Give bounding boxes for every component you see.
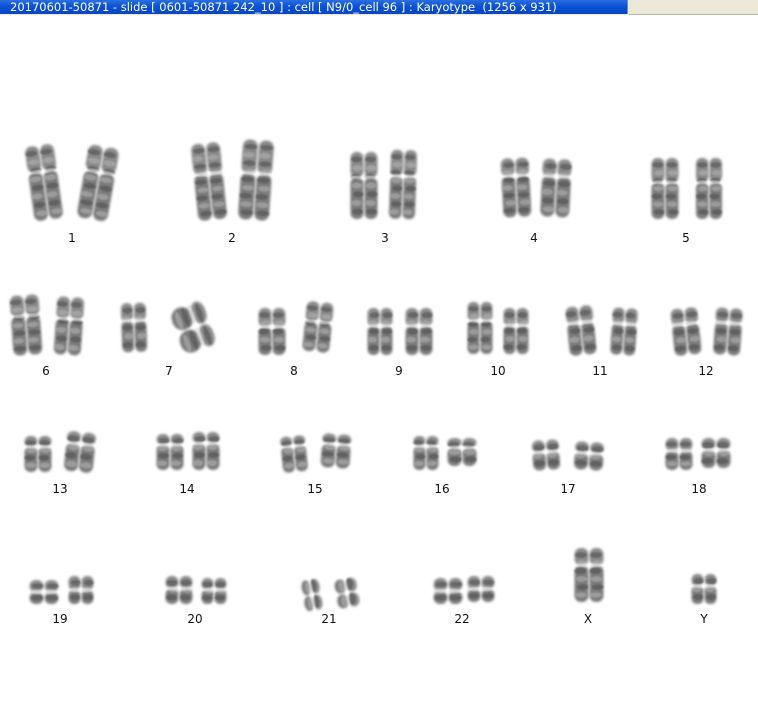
pair-label-7: 7 (165, 364, 173, 378)
chromosome-pair-11[interactable] (564, 305, 640, 357)
pair-label-2: 2 (228, 231, 236, 245)
chromosome-pair-15[interactable] (278, 433, 353, 473)
pair-label-17: 17 (560, 482, 576, 496)
chromosome-7-image (171, 301, 215, 353)
title-bar[interactable]: 20170601-50871 - slide [ 0601-50871 242_… (0, 0, 758, 15)
chromosome-8-image (302, 301, 334, 353)
chromosome-9-image (404, 308, 434, 355)
chromosome-pair-7[interactable] (119, 298, 218, 357)
chromosome-15-image (320, 433, 353, 469)
chromosome-5-image (694, 158, 724, 219)
pair-label-3: 3 (381, 231, 389, 245)
pair-label-x: X (583, 612, 593, 626)
chromosome-6-image (9, 294, 43, 356)
chromosome-21-image (301, 578, 323, 612)
pair-label-4: 4 (530, 231, 538, 245)
pair-label-11: 11 (592, 364, 608, 378)
chromosome-pair-21[interactable] (300, 575, 360, 613)
chromosome-pair-10[interactable] (466, 302, 530, 354)
chromosome-pair-2[interactable] (189, 139, 276, 222)
chromosome-pair-19[interactable] (28, 576, 95, 604)
chromosome-14-image (191, 432, 221, 470)
pair-label-8: 8 (290, 364, 298, 378)
chromosome-1-image (77, 144, 119, 222)
chromosome-12-image (713, 307, 744, 356)
chromosome-22-image (432, 578, 464, 604)
chromosome-22-image (466, 576, 496, 602)
chromosome-20-image (200, 578, 228, 604)
title-bar-empty-area (629, 0, 758, 15)
chromosome-pair-5[interactable] (650, 158, 724, 219)
pair-label-6: 6 (42, 364, 50, 378)
chromosome-4-image (499, 157, 532, 218)
pair-label-10: 10 (490, 364, 506, 378)
pair-label-19: 19 (52, 612, 68, 626)
pair-label-18: 18 (691, 482, 707, 496)
chromosome-17-image (530, 439, 561, 471)
window-title: 20170601-50871 - slide [ 0601-50871 242_… (0, 0, 628, 14)
pair-label-5: 5 (682, 231, 690, 245)
pair-label-22: 22 (454, 612, 470, 626)
chromosome-3-image (388, 149, 418, 220)
pair-label-y: Y (700, 612, 708, 626)
chromosome-19-image (28, 580, 60, 604)
pair-label-15: 15 (307, 482, 323, 496)
pair-label-21: 21 (321, 612, 337, 626)
chromosome-pair-y[interactable] (690, 574, 718, 604)
chromosome-pair-x[interactable] (573, 548, 605, 602)
pair-label-16: 16 (434, 482, 450, 496)
chromosome-12-image (670, 307, 702, 356)
chromosome-pair-12[interactable] (669, 307, 745, 357)
chromosome-pair-18[interactable] (664, 438, 732, 470)
chromosome-pair-8[interactable] (257, 301, 336, 355)
chromosome-8-image (257, 308, 287, 355)
chromosome-13-image (23, 436, 53, 472)
chromosome-15-image (279, 435, 308, 473)
pair-label-1: 1 (68, 231, 76, 245)
chromosome-6-image (53, 296, 85, 356)
chromosome-1-image (25, 144, 63, 221)
chromosome-13-image (64, 431, 97, 473)
chromosome-pair-17[interactable] (530, 439, 606, 471)
chromosome-pair-6[interactable] (8, 294, 86, 356)
chromosome-7-image (119, 302, 148, 353)
chromosome-14-image (155, 434, 185, 470)
pair-label-20: 20 (187, 612, 203, 626)
chromosome-3-image (349, 152, 379, 219)
chromosome-21-image (334, 577, 360, 609)
pair-label-14: 14 (179, 482, 195, 496)
chromosome-19-image (67, 576, 95, 604)
chromosome-10-image (502, 308, 530, 354)
chromosome-pair-3[interactable] (349, 149, 419, 220)
chromosome-11-image (565, 305, 597, 356)
chromosome-pair-9[interactable] (366, 308, 434, 355)
chromosome-17-image (573, 441, 606, 471)
chromosome-x-image (573, 548, 605, 602)
karyotype-window: 20170601-50871 - slide [ 0601-50871 242_… (0, 0, 758, 726)
chromosome-pair-4[interactable] (499, 157, 574, 218)
chromosome-20-image (164, 576, 194, 604)
chromosome-pair-1[interactable] (23, 143, 121, 222)
chromosome-4-image (540, 158, 573, 218)
chromosome-18-image (664, 438, 694, 470)
chromosome-2-image (191, 142, 227, 221)
chromosome-16-image (412, 436, 440, 470)
pair-label-9: 9 (395, 364, 403, 378)
chromosome-18-image (700, 438, 732, 468)
chromosome-10-image (466, 302, 494, 354)
chromosome-y-image (690, 574, 718, 604)
pair-label-13: 13 (52, 482, 68, 496)
karyotype-canvas: 1 2 3 4 5 6 7 8 9 10 11 12 13 14 15 16 1… (0, 15, 758, 726)
chromosome-pair-20[interactable] (164, 576, 228, 604)
chromosome-2-image (238, 139, 274, 221)
chromosome-pair-14[interactable] (155, 432, 221, 470)
chromosome-16-image (446, 438, 478, 466)
pair-label-12: 12 (698, 364, 714, 378)
chromosome-5-image (650, 158, 680, 219)
chromosome-pair-13[interactable] (23, 430, 98, 473)
chromosome-pair-16[interactable] (412, 436, 478, 470)
chromosome-pair-22[interactable] (432, 576, 496, 604)
chromosome-11-image (610, 307, 639, 356)
chromosome-9-image (366, 308, 394, 355)
